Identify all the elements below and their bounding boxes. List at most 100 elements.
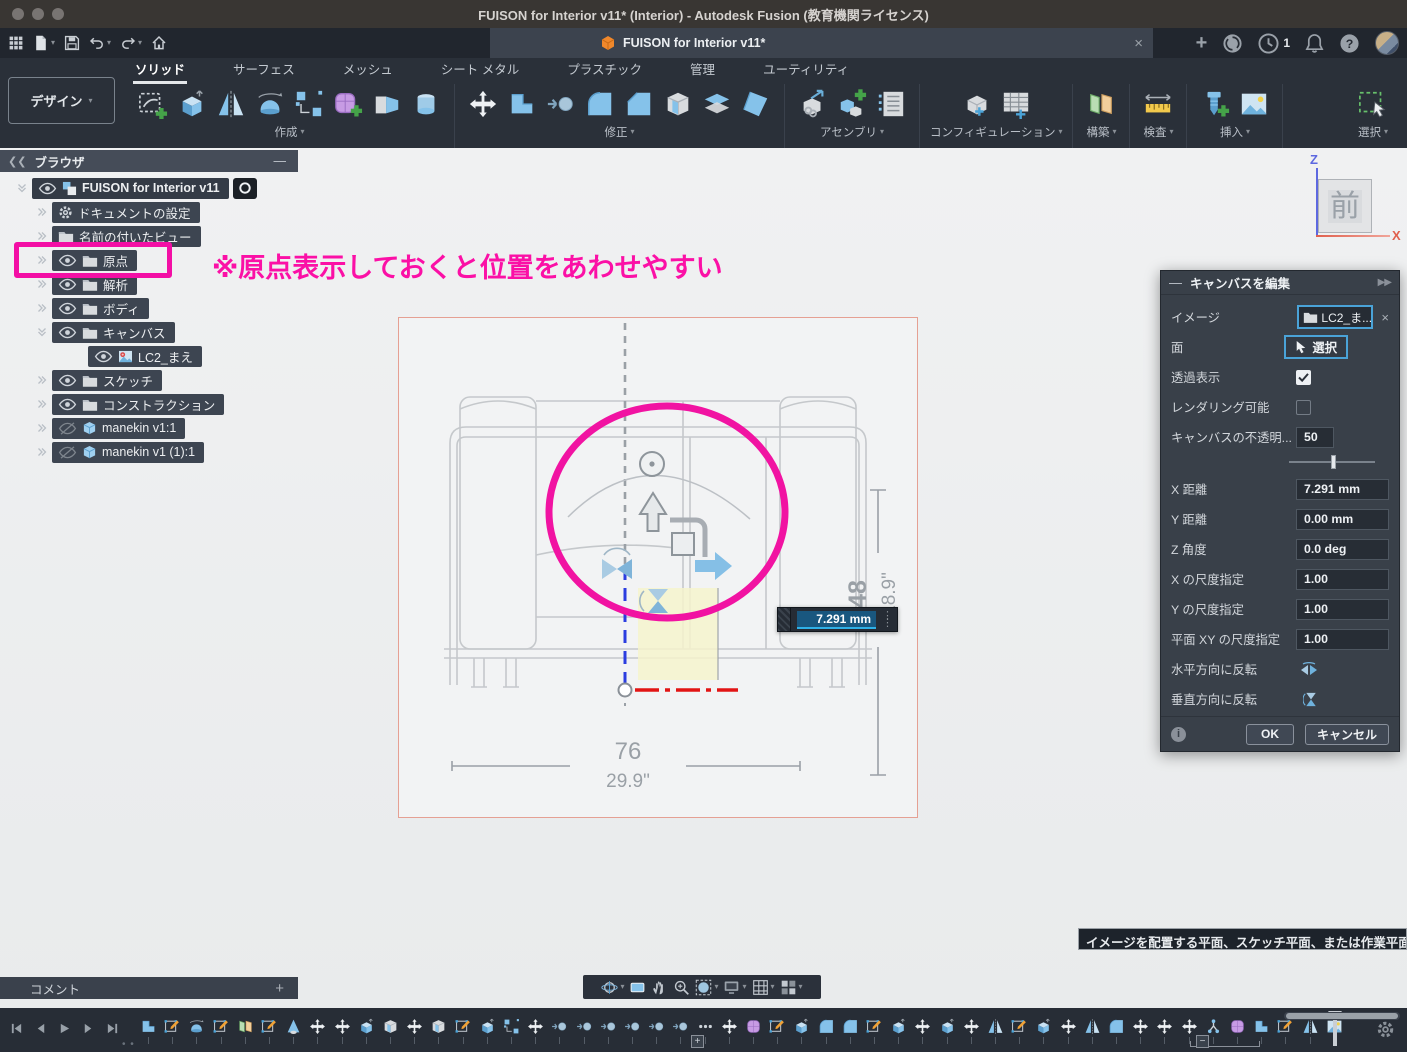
timeline-settings-gear-icon[interactable] bbox=[1376, 1020, 1395, 1044]
eye-icon[interactable] bbox=[58, 398, 77, 411]
insert-fastener-button[interactable] bbox=[1197, 86, 1233, 122]
timeline-feature-extrude-14[interactable] bbox=[479, 1018, 496, 1035]
new-tab-icon[interactable]: + bbox=[1196, 33, 1208, 53]
grid-button[interactable]: ▾ bbox=[752, 979, 775, 996]
canvas-button[interactable] bbox=[1236, 86, 1272, 122]
remove-image-icon[interactable]: × bbox=[1381, 310, 1389, 325]
toolbar-group-label[interactable]: 作成▾ bbox=[274, 124, 304, 140]
x-scale-field[interactable]: 1.00 bbox=[1296, 569, 1389, 590]
eye-icon[interactable] bbox=[58, 278, 77, 291]
ribbon-tab-0[interactable]: ソリッド bbox=[133, 59, 187, 84]
timeline-feature-shell-10[interactable] bbox=[382, 1018, 399, 1035]
step-back-button[interactable] bbox=[34, 1022, 47, 1035]
collapse-panel-icon[interactable]: ❮❮ bbox=[8, 155, 26, 168]
timeline-feature-move-43[interactable] bbox=[1181, 1018, 1198, 1035]
mirror-button[interactable] bbox=[213, 86, 249, 122]
y-scale-field[interactable]: 1.00 bbox=[1296, 599, 1389, 620]
viewcube-front-face[interactable]: 前 bbox=[1318, 179, 1372, 233]
cancel-button[interactable]: キャンセル bbox=[1305, 724, 1389, 745]
derive-button[interactable] bbox=[795, 86, 831, 122]
browser-item-manekin-1[interactable]: manekin v1:1 bbox=[0, 416, 360, 440]
browser-item-chip[interactable]: manekin v1:1 bbox=[52, 418, 185, 439]
timeline-feature-press-pull-21[interactable] bbox=[648, 1018, 665, 1035]
timeline-feature-extrude-37[interactable] bbox=[1035, 1018, 1052, 1035]
timeline-feature-fillet-28[interactable] bbox=[818, 1018, 835, 1035]
timeline-feature-sketch-47[interactable] bbox=[1277, 1018, 1294, 1035]
ribbon-tab-4[interactable]: プラスチック bbox=[565, 59, 644, 84]
file-button[interactable]: ▾ bbox=[33, 35, 55, 51]
bell-icon[interactable] bbox=[1305, 33, 1324, 54]
browser-item-lc2-mae[interactable]: LC2_まえ bbox=[0, 344, 360, 368]
eye-icon[interactable] bbox=[94, 350, 113, 363]
timeline-feature-press-pull-20[interactable] bbox=[624, 1018, 641, 1035]
timeline-feature-joint-44[interactable] bbox=[1205, 1018, 1222, 1035]
timeline-feature-press-pull-17[interactable] bbox=[551, 1018, 568, 1035]
toolbar-group-label[interactable]: 選択▾ bbox=[1358, 124, 1388, 140]
add-comment-icon[interactable]: + bbox=[275, 980, 284, 997]
ribbon-tab-2[interactable]: メッシュ bbox=[341, 59, 395, 84]
timeline-feature-move-41[interactable] bbox=[1132, 1018, 1149, 1035]
viewcube[interactable]: Z X 前 bbox=[1296, 156, 1400, 256]
help-icon[interactable]: ? bbox=[1339, 33, 1360, 54]
viewport-canvas[interactable]: ❮❮ ブラウザ — FUISON for Interior v11ドキュメントの… bbox=[0, 148, 1407, 1008]
eye-icon[interactable] bbox=[58, 302, 77, 315]
renderable-checkbox[interactable] bbox=[1296, 400, 1311, 415]
boundary-fill-button[interactable] bbox=[369, 86, 405, 122]
pattern-button[interactable] bbox=[291, 86, 327, 122]
timeline-feature-move-16[interactable] bbox=[527, 1018, 544, 1035]
timeline-scrollbar[interactable] bbox=[1286, 1013, 1398, 1019]
chevron-collapsed-icon[interactable] bbox=[36, 231, 48, 241]
eye-icon[interactable] bbox=[58, 374, 77, 387]
browser-item-canvases[interactable]: キャンバス bbox=[0, 320, 360, 344]
pan-button[interactable] bbox=[651, 979, 668, 996]
browser-item-chip[interactable]: ボディ bbox=[52, 298, 149, 319]
timeline-feature-combine-46[interactable] bbox=[1253, 1018, 1270, 1035]
measure-button[interactable] bbox=[1140, 86, 1176, 122]
browser-item-chip[interactable]: キャンバス bbox=[52, 322, 175, 343]
primitive-button[interactable] bbox=[408, 86, 444, 122]
step-forward-button[interactable] bbox=[82, 1022, 95, 1035]
move-button[interactable] bbox=[465, 86, 501, 122]
apps-grid-button[interactable] bbox=[8, 35, 24, 51]
construct-plane-button[interactable] bbox=[1083, 86, 1119, 122]
toolbar-group-label[interactable]: 構築▾ bbox=[1086, 124, 1116, 140]
create-form-button[interactable] bbox=[330, 86, 366, 122]
flip-horizontal-button[interactable] bbox=[1299, 661, 1389, 677]
skip-end-button[interactable] bbox=[106, 1022, 119, 1035]
ribbon-tab-1[interactable]: サーフェス bbox=[231, 59, 297, 84]
timeline-feature-move-38[interactable] bbox=[1060, 1018, 1077, 1035]
timeline-feature-press-pull-19[interactable] bbox=[600, 1018, 617, 1035]
browser-item-chip[interactable]: スケッチ bbox=[52, 370, 162, 391]
play-button[interactable] bbox=[58, 1022, 71, 1035]
timeline-feature-fillet-29[interactable] bbox=[842, 1018, 859, 1035]
browser-item-chip[interactable]: manekin v1 (1):1 bbox=[52, 442, 204, 463]
distance-input[interactable]: 7.291 mm ⋮⋮ bbox=[777, 607, 898, 632]
chamfer-button[interactable] bbox=[621, 86, 657, 122]
timeline-feature-plane-4[interactable] bbox=[237, 1018, 254, 1035]
z-angle-field[interactable]: 0.0 deg bbox=[1296, 539, 1389, 560]
plane-move-handle[interactable] bbox=[672, 533, 694, 555]
create-sketch-button[interactable] bbox=[135, 86, 171, 122]
chevron-expanded-icon[interactable] bbox=[36, 327, 48, 337]
drag-grip-icon[interactable] bbox=[778, 608, 791, 631]
chevron-collapsed-icon[interactable] bbox=[36, 447, 48, 457]
slider-handle[interactable] bbox=[1331, 455, 1336, 469]
timeline-feature-extrude-31[interactable] bbox=[890, 1018, 907, 1035]
xy-scale-field[interactable]: 1.00 bbox=[1296, 629, 1389, 650]
activate-component-radio[interactable] bbox=[233, 178, 257, 199]
timeline-feature-sketch-1[interactable] bbox=[164, 1018, 181, 1035]
minimize-window-icon[interactable] bbox=[32, 8, 44, 20]
browser-item-sketches[interactable]: スケッチ bbox=[0, 368, 360, 392]
timeline-feature-form-45[interactable] bbox=[1229, 1018, 1246, 1035]
toolbar-group-label[interactable]: アセンブリ▾ bbox=[820, 124, 884, 140]
flip-vertical-button[interactable] bbox=[1303, 690, 1389, 709]
timeline-feature-dots-23[interactable] bbox=[697, 1018, 714, 1035]
display-settings-button[interactable]: ▾ bbox=[723, 979, 746, 996]
info-icon[interactable]: i bbox=[1171, 727, 1186, 742]
home-button[interactable] bbox=[151, 35, 167, 51]
dialog-header[interactable]: — キャンバスを編集 ▶▶ bbox=[1161, 271, 1399, 295]
eye-off-icon[interactable] bbox=[58, 446, 77, 459]
chevron-collapsed-icon[interactable] bbox=[36, 399, 48, 409]
timeline-feature-form-25[interactable] bbox=[745, 1018, 762, 1035]
y-distance-field[interactable]: 0.00 mm bbox=[1296, 509, 1389, 530]
